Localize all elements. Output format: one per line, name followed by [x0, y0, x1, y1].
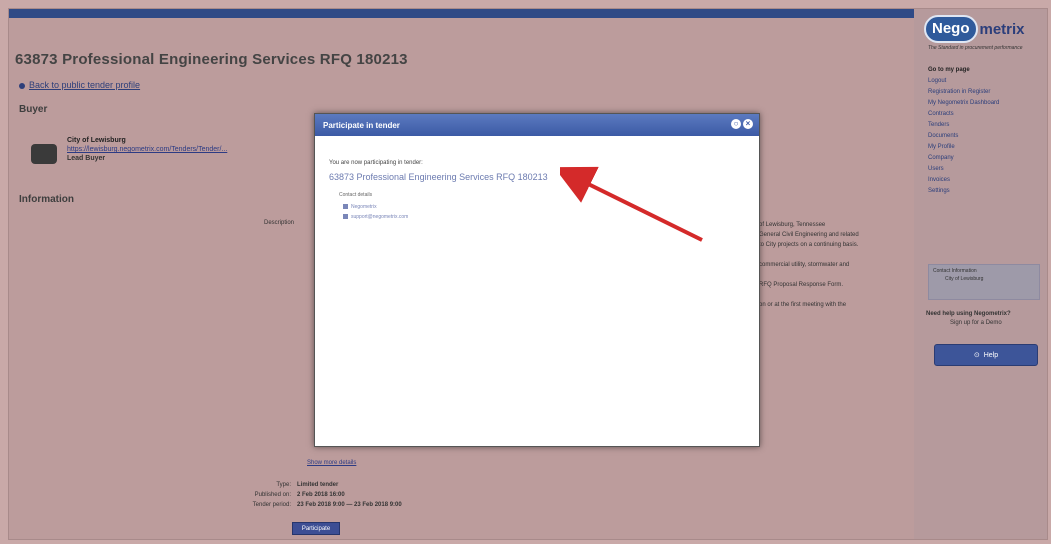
buyer-url-link[interactable]: https://lewisburg.negometrix.com/Tenders…	[67, 145, 227, 154]
note-line: on or at the first meeting with the	[759, 302, 847, 308]
sidebar-item-invoices[interactable]: Invoices	[928, 175, 999, 186]
note-line	[759, 290, 859, 300]
modal-title: Participate in tender	[323, 120, 400, 130]
sidebar-item-users[interactable]: Users	[928, 164, 999, 175]
note-line: to City projects on a continuing basis.	[759, 242, 859, 248]
red-arrow-annotation	[560, 166, 703, 242]
bullet-icon	[19, 82, 25, 89]
modal-controls: ○ ×	[731, 119, 753, 129]
period-value: 23 Feb 2018 9:00 — 23 Feb 2018 9:00	[297, 502, 402, 508]
modal-contact-item[interactable]: support@negometrix.com	[343, 214, 408, 220]
tagline: The Standard in procurement performance	[928, 45, 1023, 51]
sidebar-item-tenders[interactable]: Tenders	[928, 120, 999, 131]
help-button-label: Help	[983, 351, 999, 359]
sidebar-item-documents[interactable]: Documents	[928, 131, 999, 142]
sidebar-item-logout[interactable]: Logout	[928, 76, 999, 87]
note-line: of Lewisburg, Tennessee	[759, 222, 826, 228]
buyer-heading: Buyer	[19, 104, 48, 115]
show-more-link[interactable]: Show more details	[307, 460, 356, 466]
contact-box-text: City of Lewisburg	[945, 276, 984, 282]
type-label: Type:	[276, 482, 291, 488]
email-icon	[343, 214, 348, 220]
help-signup-link[interactable]: Sign up for a Demo	[950, 320, 1002, 326]
modal-contact-item[interactable]: Negometrix	[343, 204, 377, 210]
description-right-notes: of Lewisburg, Tennessee General Civil En…	[759, 220, 859, 310]
back-link[interactable]: Back to public tender profile	[19, 80, 140, 90]
help-button[interactable]: ⊙ Help	[934, 344, 1038, 366]
modal-header: Participate in tender ○ ×	[315, 114, 759, 136]
contact-box: Contact Information City of Lewisburg	[928, 264, 1040, 300]
published-value: 2 Feb 2018 16:00	[297, 492, 345, 498]
sidebar-item-go-to-my-page[interactable]: Go to my page	[928, 65, 999, 76]
modal-intro-text: You are now participating in tender:	[329, 160, 423, 166]
help-icon: ⊙	[973, 352, 980, 359]
note-line: RFQ Proposal Response Form.	[759, 282, 844, 288]
page-title: 63873 Professional Engineering Services …	[15, 51, 408, 68]
modal-contact-heading: Contact details	[339, 192, 373, 198]
participate-button[interactable]: Participate	[292, 522, 340, 535]
sidebar: Nego metrix The Standard in procurement p…	[914, 9, 1047, 539]
note-line	[759, 250, 859, 260]
buyer-role: Lead Buyer	[67, 155, 106, 162]
help-question: Need help using Negometrix?	[926, 311, 1011, 317]
contact-box-heading: Contact Information	[933, 268, 977, 274]
sidebar-nav: Go to my page Logout Registration in Reg…	[928, 65, 999, 197]
type-value: Limited tender	[297, 482, 339, 488]
contact-icon	[343, 204, 348, 210]
note-line: commercial utility, stormwater and	[759, 262, 850, 268]
buyer-logo	[31, 144, 57, 164]
sidebar-item-contracts[interactable]: Contracts	[928, 109, 999, 120]
note-line	[759, 270, 859, 280]
modal-tender-name: 63873 Professional Engineering Services …	[329, 172, 548, 182]
sidebar-item-dashboard[interactable]: My Negometrix Dashboard	[928, 98, 999, 109]
period-label: Tender period:	[252, 502, 291, 508]
sidebar-item-company[interactable]: Company	[928, 153, 999, 164]
back-link-label: Back to public tender profile	[29, 80, 141, 90]
logo-text: metrix	[979, 20, 1025, 38]
close-icon[interactable]: ×	[743, 119, 753, 129]
participate-modal: Participate in tender ○ × You are now pa…	[314, 113, 760, 447]
settings-icon[interactable]: ○	[731, 119, 741, 129]
negometrix-logo[interactable]: Nego metrix	[924, 15, 1025, 43]
sidebar-item-settings[interactable]: Settings	[928, 186, 999, 197]
buyer-info: City of Lewisburg https://lewisburg.nego…	[67, 136, 227, 163]
published-label: Published on:	[254, 492, 291, 498]
sidebar-item-registration[interactable]: Registration in Register	[928, 87, 999, 98]
note-line: General Civil Engineering and related	[759, 232, 859, 238]
modal-contact-item-label: Negometrix	[351, 204, 377, 210]
logo-pill: Nego	[924, 15, 978, 43]
tender-meta: Type: Limited tender Published on: 2 Feb 2…	[239, 480, 402, 510]
buyer-name: City of Lewisburg	[67, 137, 126, 144]
arrow-line	[560, 166, 703, 242]
sidebar-item-profile[interactable]: My Profile	[928, 142, 999, 153]
description-label: Description	[263, 220, 294, 226]
information-heading: Information	[19, 194, 74, 205]
modal-contact-item-label: support@negometrix.com	[351, 214, 409, 220]
top-bar	[9, 9, 914, 18]
